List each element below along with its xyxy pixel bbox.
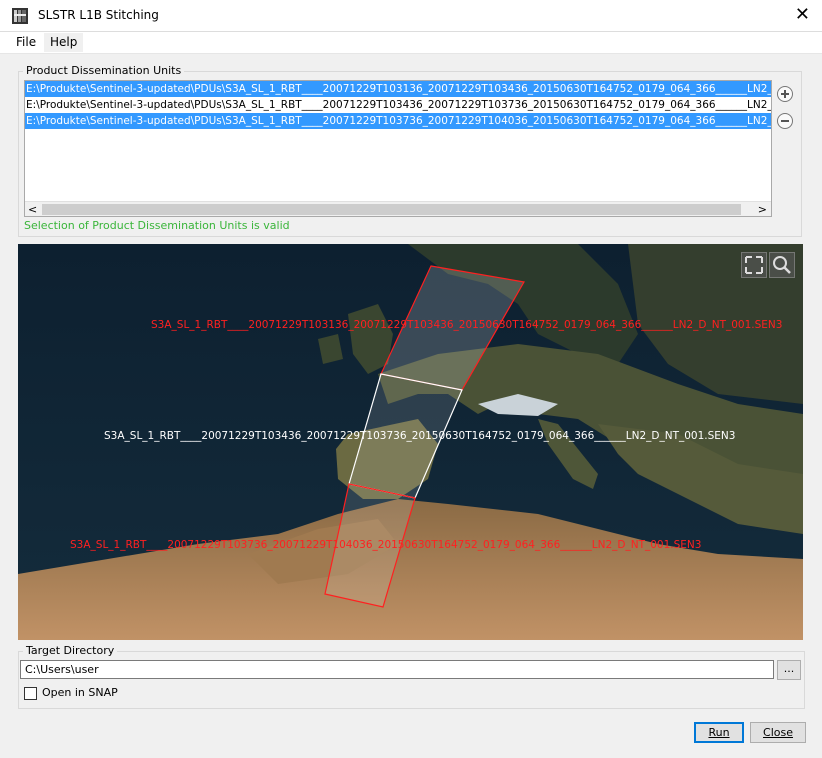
pdu-list-item[interactable]: E:\Produkte\Sentinel-3-updated\PDUs\S3A_… xyxy=(25,97,771,113)
horizontal-scrollbar[interactable]: < > xyxy=(25,201,771,216)
run-button[interactable]: Run xyxy=(694,722,744,743)
minus-circle-icon xyxy=(781,120,789,122)
browse-button[interactable]: ... xyxy=(777,660,801,680)
pdu-list-item[interactable]: E:\Produkte\Sentinel-3-updated\PDUs\S3A_… xyxy=(25,81,771,97)
zoom-tool-button[interactable] xyxy=(769,252,795,278)
app-icon xyxy=(12,8,28,24)
remove-pdu-button[interactable] xyxy=(777,113,793,129)
target-directory-input[interactable]: C:\Users\user xyxy=(20,660,774,679)
menu-bar: File Help xyxy=(0,32,822,54)
window-close-icon[interactable]: ✕ xyxy=(795,4,810,26)
pdu-list[interactable]: E:\Produkte\Sentinel-3-updated\PDUs\S3A_… xyxy=(24,80,772,217)
map-toolbar xyxy=(741,252,797,278)
validation-message: Selection of Product Dissemination Units… xyxy=(24,219,290,232)
zoom-tool-icon xyxy=(773,256,791,274)
world-map-view[interactable]: S3A_SL_1_RBT____20071229T103136_20071229… xyxy=(18,244,803,640)
scroll-left-icon[interactable]: < xyxy=(28,202,37,216)
window-title: SLSTR L1B Stitching xyxy=(38,8,159,22)
pdu-group-title: Product Dissemination Units xyxy=(23,64,185,77)
menu-file[interactable]: File xyxy=(11,35,41,49)
title-bar: SLSTR L1B Stitching ✕ xyxy=(0,0,822,32)
footprint-label-1: S3A_SL_1_RBT____20071229T103136_20071229… xyxy=(151,319,783,331)
zoom-all-button[interactable] xyxy=(741,252,767,278)
scrollbar-thumb[interactable] xyxy=(42,204,741,215)
open-in-snap-label: Open in SNAP xyxy=(42,686,118,699)
target-directory-title: Target Directory xyxy=(23,644,118,657)
scroll-right-icon[interactable]: > xyxy=(758,202,767,216)
close-button-label: Close xyxy=(763,726,793,739)
plus-circle-icon xyxy=(781,90,789,98)
footprint-label-2: S3A_SL_1_RBT____20071229T103436_20071229… xyxy=(104,430,736,442)
zoom-all-icon xyxy=(745,256,763,274)
open-in-snap-checkbox[interactable] xyxy=(24,687,37,700)
menu-help[interactable]: Help xyxy=(44,33,84,52)
pdu-list-item[interactable]: E:\Produkte\Sentinel-3-updated\PDUs\S3A_… xyxy=(25,113,771,129)
run-button-label: Run xyxy=(708,726,730,739)
footprint-label-3: S3A_SL_1_RBT____20071229T103736_20071229… xyxy=(70,539,702,551)
add-pdu-button[interactable] xyxy=(777,86,793,102)
close-button[interactable]: Close xyxy=(750,722,806,743)
footprint-overlay xyxy=(324,265,525,608)
